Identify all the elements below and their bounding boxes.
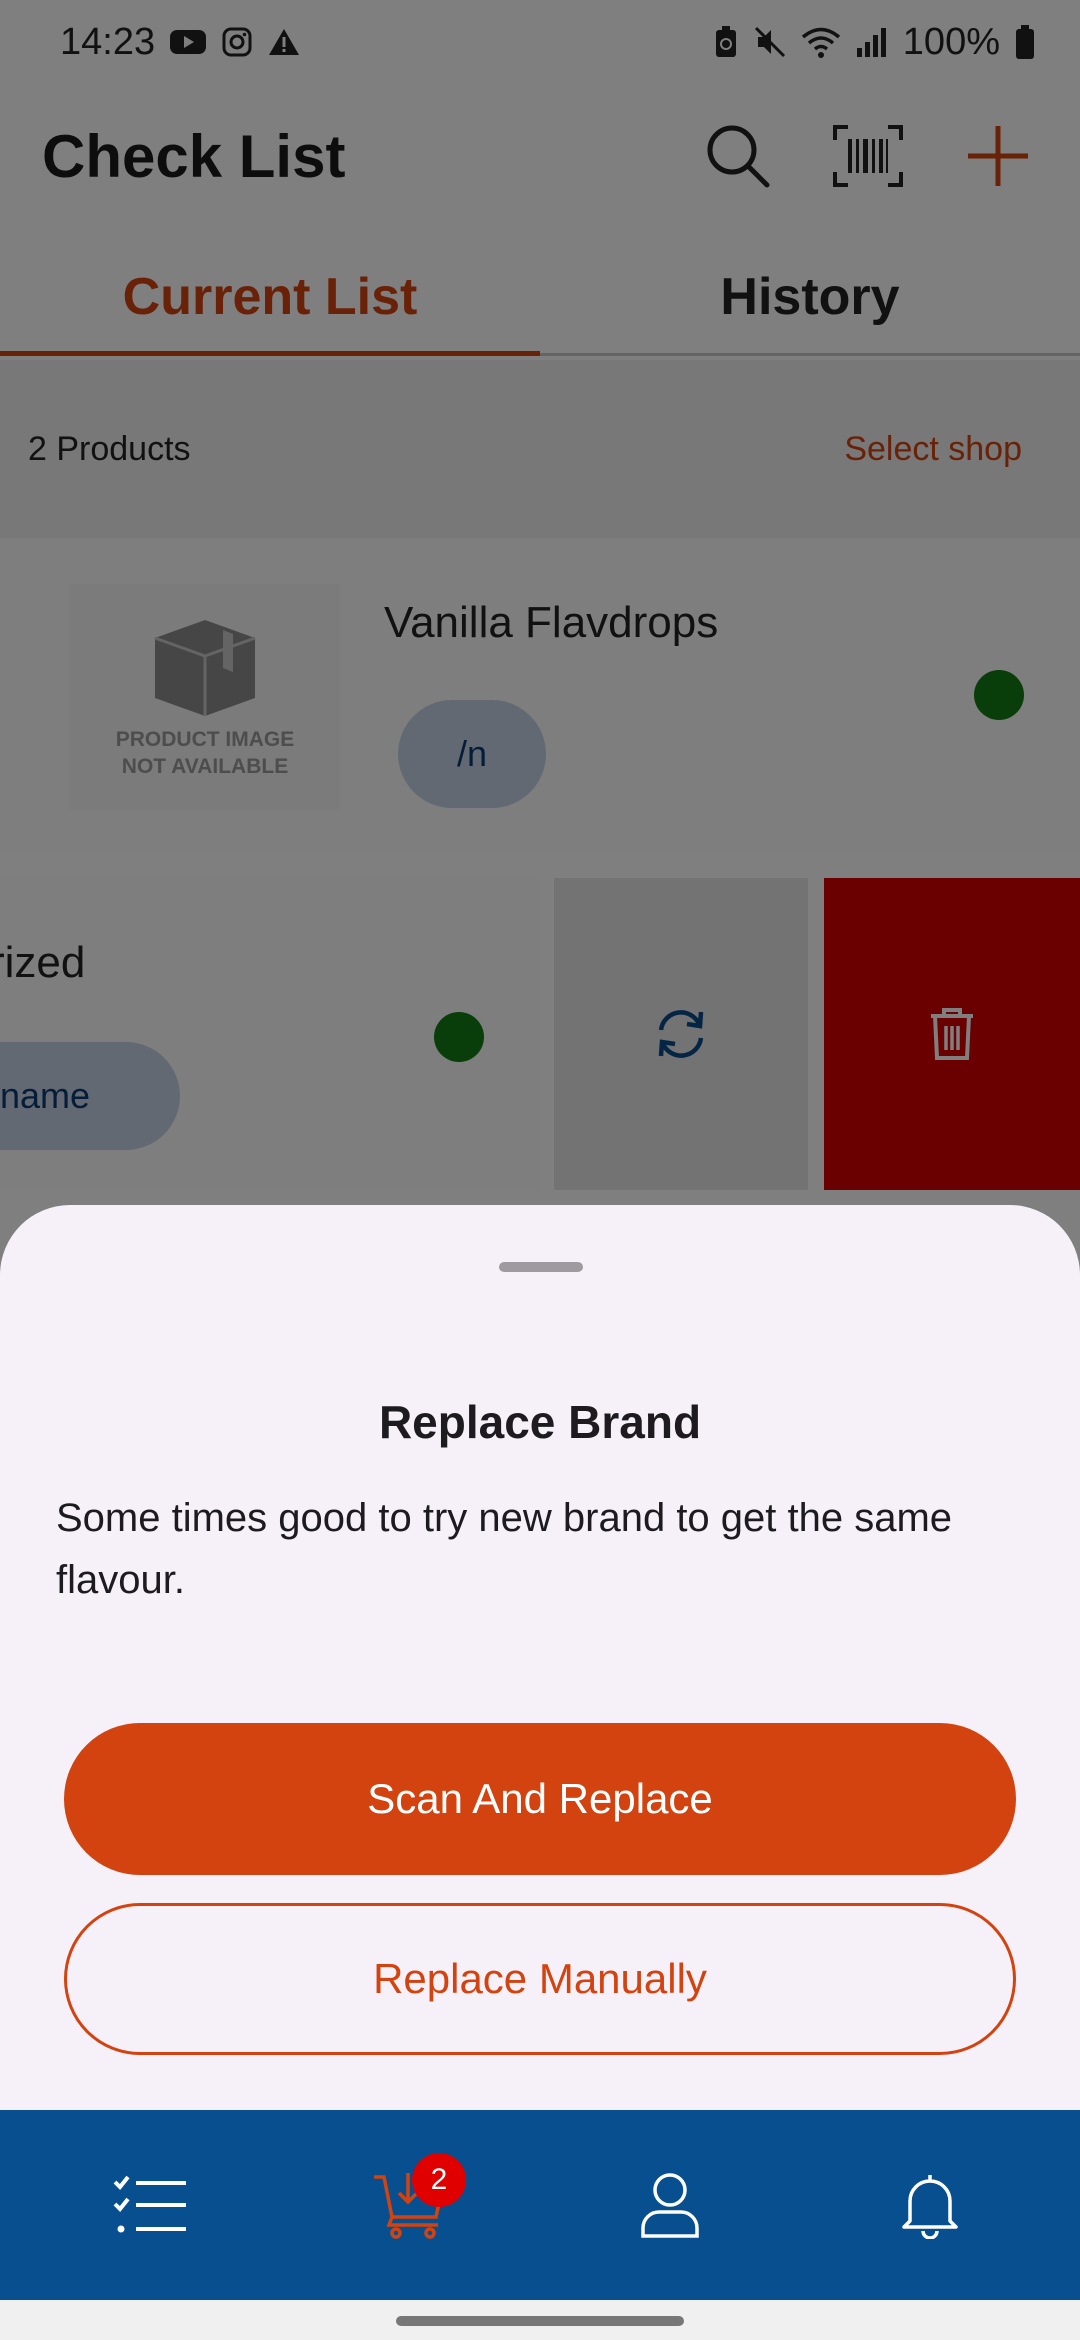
checklist-icon [113, 2175, 186, 2233]
cart-count-badge: 2 [412, 2153, 466, 2207]
sheet-drag-handle[interactable] [499, 1262, 583, 1272]
replace-brand-sheet: Replace Brand Some times good to try new… [0, 1205, 1080, 2110]
user-icon [641, 2173, 699, 2238]
nav-cart[interactable]: 2 [340, 2135, 480, 2275]
replace-manually-button[interactable]: Replace Manually [64, 1903, 1016, 2055]
nav-notifications[interactable] [860, 2135, 1000, 2275]
bell-icon [902, 2175, 958, 2239]
sheet-title: Replace Brand [378, 1396, 702, 1448]
home-gesture-bar[interactable] [396, 2316, 684, 2326]
scan-and-replace-button[interactable]: Scan And Replace [64, 1723, 1016, 1875]
sheet-description: Some times good to try new brand to get … [56, 1496, 953, 1602]
nav-profile[interactable] [600, 2135, 740, 2275]
nav-checklist[interactable] [80, 2135, 220, 2275]
bottom-navigation: 2 [0, 2110, 1080, 2300]
